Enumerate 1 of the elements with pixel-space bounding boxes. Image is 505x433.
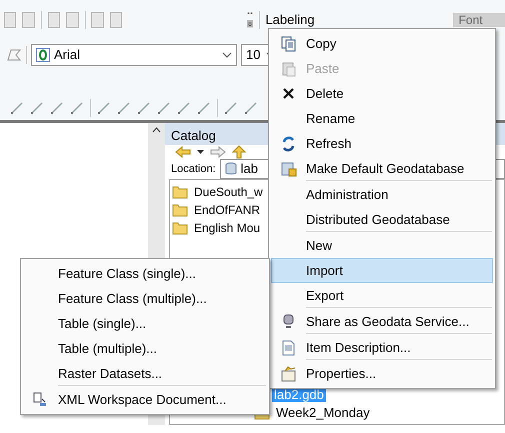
location-label: Location: (171, 162, 216, 177)
